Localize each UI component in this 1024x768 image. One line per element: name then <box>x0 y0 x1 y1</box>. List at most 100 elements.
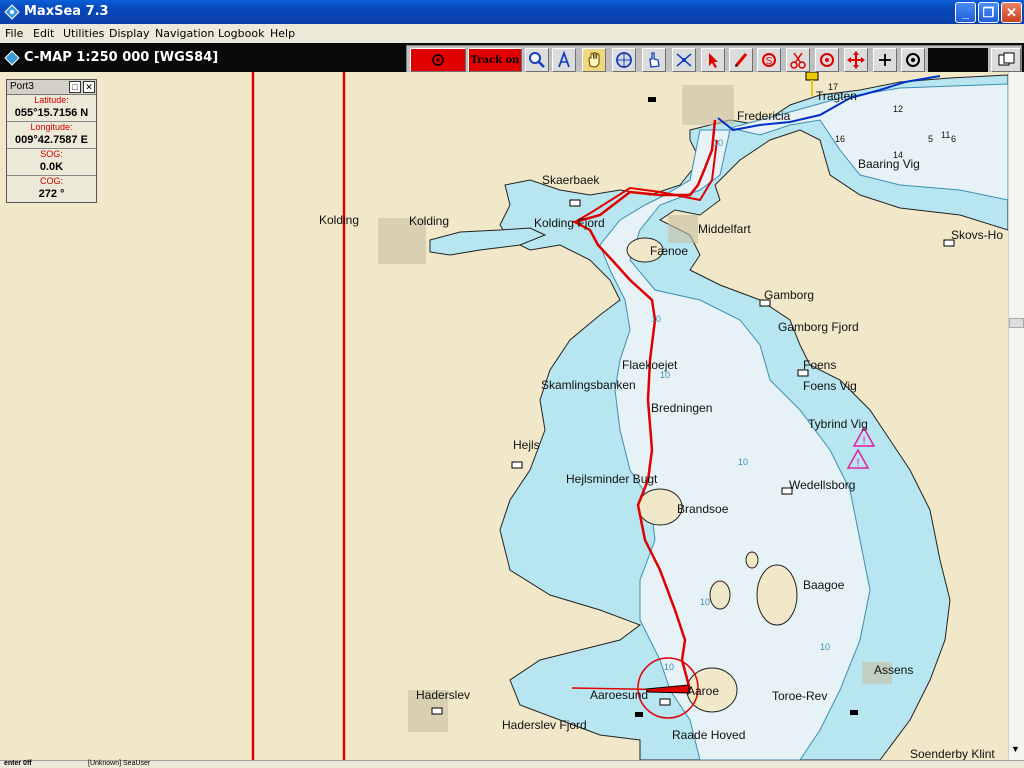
menu-display[interactable]: Display <box>109 27 150 40</box>
select-button[interactable] <box>701 48 725 72</box>
scissors-icon <box>790 52 806 69</box>
draw-button[interactable] <box>729 48 753 72</box>
place-label: Aaroesund <box>590 688 649 702</box>
place-label: Brandsoe <box>677 502 729 516</box>
place-label: Skovs-Ho <box>951 228 1004 242</box>
nautical-chart[interactable]: ! ! 17 12 16 14 11 6 5 10 10 10 10 10 10… <box>0 72 1008 760</box>
depth-contour-label: 10 <box>664 662 675 672</box>
depth-contour-label: 10 <box>738 457 749 467</box>
place-label: Foens <box>803 358 837 372</box>
svg-text:S: S <box>766 56 773 67</box>
islet <box>745 551 759 569</box>
target-icon <box>820 53 834 67</box>
port3-close-button[interactable]: ✕ <box>83 81 95 93</box>
arrow-cursor-icon <box>709 53 718 68</box>
place-label: Tybrind Vig <box>808 417 868 431</box>
depth-sounding: 6 <box>951 134 957 144</box>
cut-button[interactable] <box>786 48 810 72</box>
mark-button[interactable]: S <box>757 48 781 72</box>
place-label: Skaerbaek <box>542 173 600 187</box>
grab-button[interactable] <box>642 48 666 72</box>
menu-utilities[interactable]: Utilities <box>63 27 104 40</box>
port3-header[interactable]: Port3 □ ✕ <box>7 80 96 95</box>
place-label: Kolding Fjord <box>534 216 605 230</box>
depth-contour-label: 10 <box>651 314 662 324</box>
port3-restore-button[interactable]: □ <box>69 81 81 93</box>
track-on-button[interactable]: Track on <box>468 48 522 72</box>
place-label: Middelfart <box>698 222 751 236</box>
harbour-marker <box>511 461 523 469</box>
menu-edit[interactable]: Edit <box>33 27 54 40</box>
latitude-value: 055°15.7156 N <box>14 107 89 119</box>
crosshair-icon <box>616 52 632 68</box>
place-label: Fænoe <box>650 244 689 258</box>
waypoint-button[interactable] <box>672 48 696 72</box>
menu-bar: File Edit Utilities Display Navigation L… <box>0 24 1024 43</box>
close-button[interactable]: ✕ <box>1001 2 1022 23</box>
place-label: Hejlsminder Bugt <box>566 472 658 486</box>
baagoe-island <box>756 564 798 626</box>
scroll-down-arrow-icon[interactable]: ▼ <box>1011 744 1020 754</box>
place-label: Gamborg <box>764 288 815 302</box>
menu-navigation[interactable]: Navigation <box>155 27 214 40</box>
brandsoe-island <box>637 488 683 526</box>
sog-value: 0.0K <box>39 161 64 173</box>
magnifier-icon <box>529 52 545 68</box>
place-label: Gamborg Fjord <box>778 320 859 334</box>
route-icon <box>676 53 692 67</box>
depth-contour-label: 10 <box>820 642 831 652</box>
depth-sounding: 5 <box>928 134 934 144</box>
menu-logbook[interactable]: Logbook <box>218 27 264 40</box>
window-titlebar: MaxSea 7.3 _ ❐ ✕ <box>0 0 1024 24</box>
zoom-button[interactable] <box>525 48 549 72</box>
window-title: MaxSea 7.3 <box>24 4 109 19</box>
toolbar-spacer <box>928 48 988 72</box>
svg-text:!: ! <box>862 435 865 447</box>
depth-sounding: 11 <box>941 130 951 140</box>
chart-canvas[interactable]: ! ! <box>0 72 1008 760</box>
plus-button[interactable] <box>873 48 897 72</box>
ring-button[interactable] <box>901 48 925 72</box>
restore-button[interactable]: ❐ <box>978 2 999 23</box>
menu-file[interactable]: File <box>5 27 23 40</box>
harbour-marker <box>635 712 643 717</box>
place-label: Bredningen <box>651 401 713 415</box>
move-button[interactable] <box>844 48 868 72</box>
place-label: Baagoe <box>803 578 845 592</box>
move-arrows-icon <box>847 51 865 69</box>
sog-label: SOG: <box>40 149 63 159</box>
port3-panel: Port3 □ ✕ Latitude: 055°15.7156 N Longit… <box>6 79 97 203</box>
cog-field: COG: 272 ° <box>7 176 96 203</box>
place-label: Haderslev Fjord <box>502 718 587 732</box>
harbour-marker <box>659 698 671 706</box>
town-area <box>668 215 698 243</box>
latitude-label: Latitude: <box>34 95 69 105</box>
minimize-button[interactable]: _ <box>955 2 976 23</box>
status-left: enter 0ff <box>4 760 32 767</box>
center-button[interactable] <box>612 48 636 72</box>
window-tile-icon <box>998 52 1015 66</box>
scroll-thumb[interactable] <box>1009 318 1024 328</box>
place-label: Haderslev <box>416 688 471 702</box>
pan-button[interactable] <box>582 48 606 72</box>
harbour-marker <box>569 199 581 207</box>
place-label: Kolding <box>319 213 360 227</box>
menu-help[interactable]: Help <box>270 27 295 40</box>
cog-value: 272 ° <box>38 188 65 200</box>
town-area <box>682 85 734 125</box>
harbour-marker <box>431 707 443 715</box>
track-on-label: Track on <box>470 54 520 66</box>
vertical-scrollbar[interactable]: ▼ <box>1008 72 1024 760</box>
window-tile-button[interactable] <box>991 48 1021 72</box>
compass-icon <box>4 50 20 66</box>
target-button[interactable] <box>815 48 839 72</box>
place-label: Fredericia <box>737 109 791 123</box>
place-label: Aaroe <box>687 684 720 698</box>
ring-icon <box>906 53 920 67</box>
compass-button[interactable] <box>552 48 576 72</box>
port3-title: Port3 <box>10 81 34 92</box>
record-button[interactable] <box>410 48 466 72</box>
islet <box>709 580 731 610</box>
harbour-marker <box>648 97 656 102</box>
depth-contour-label: 10 <box>700 597 711 607</box>
